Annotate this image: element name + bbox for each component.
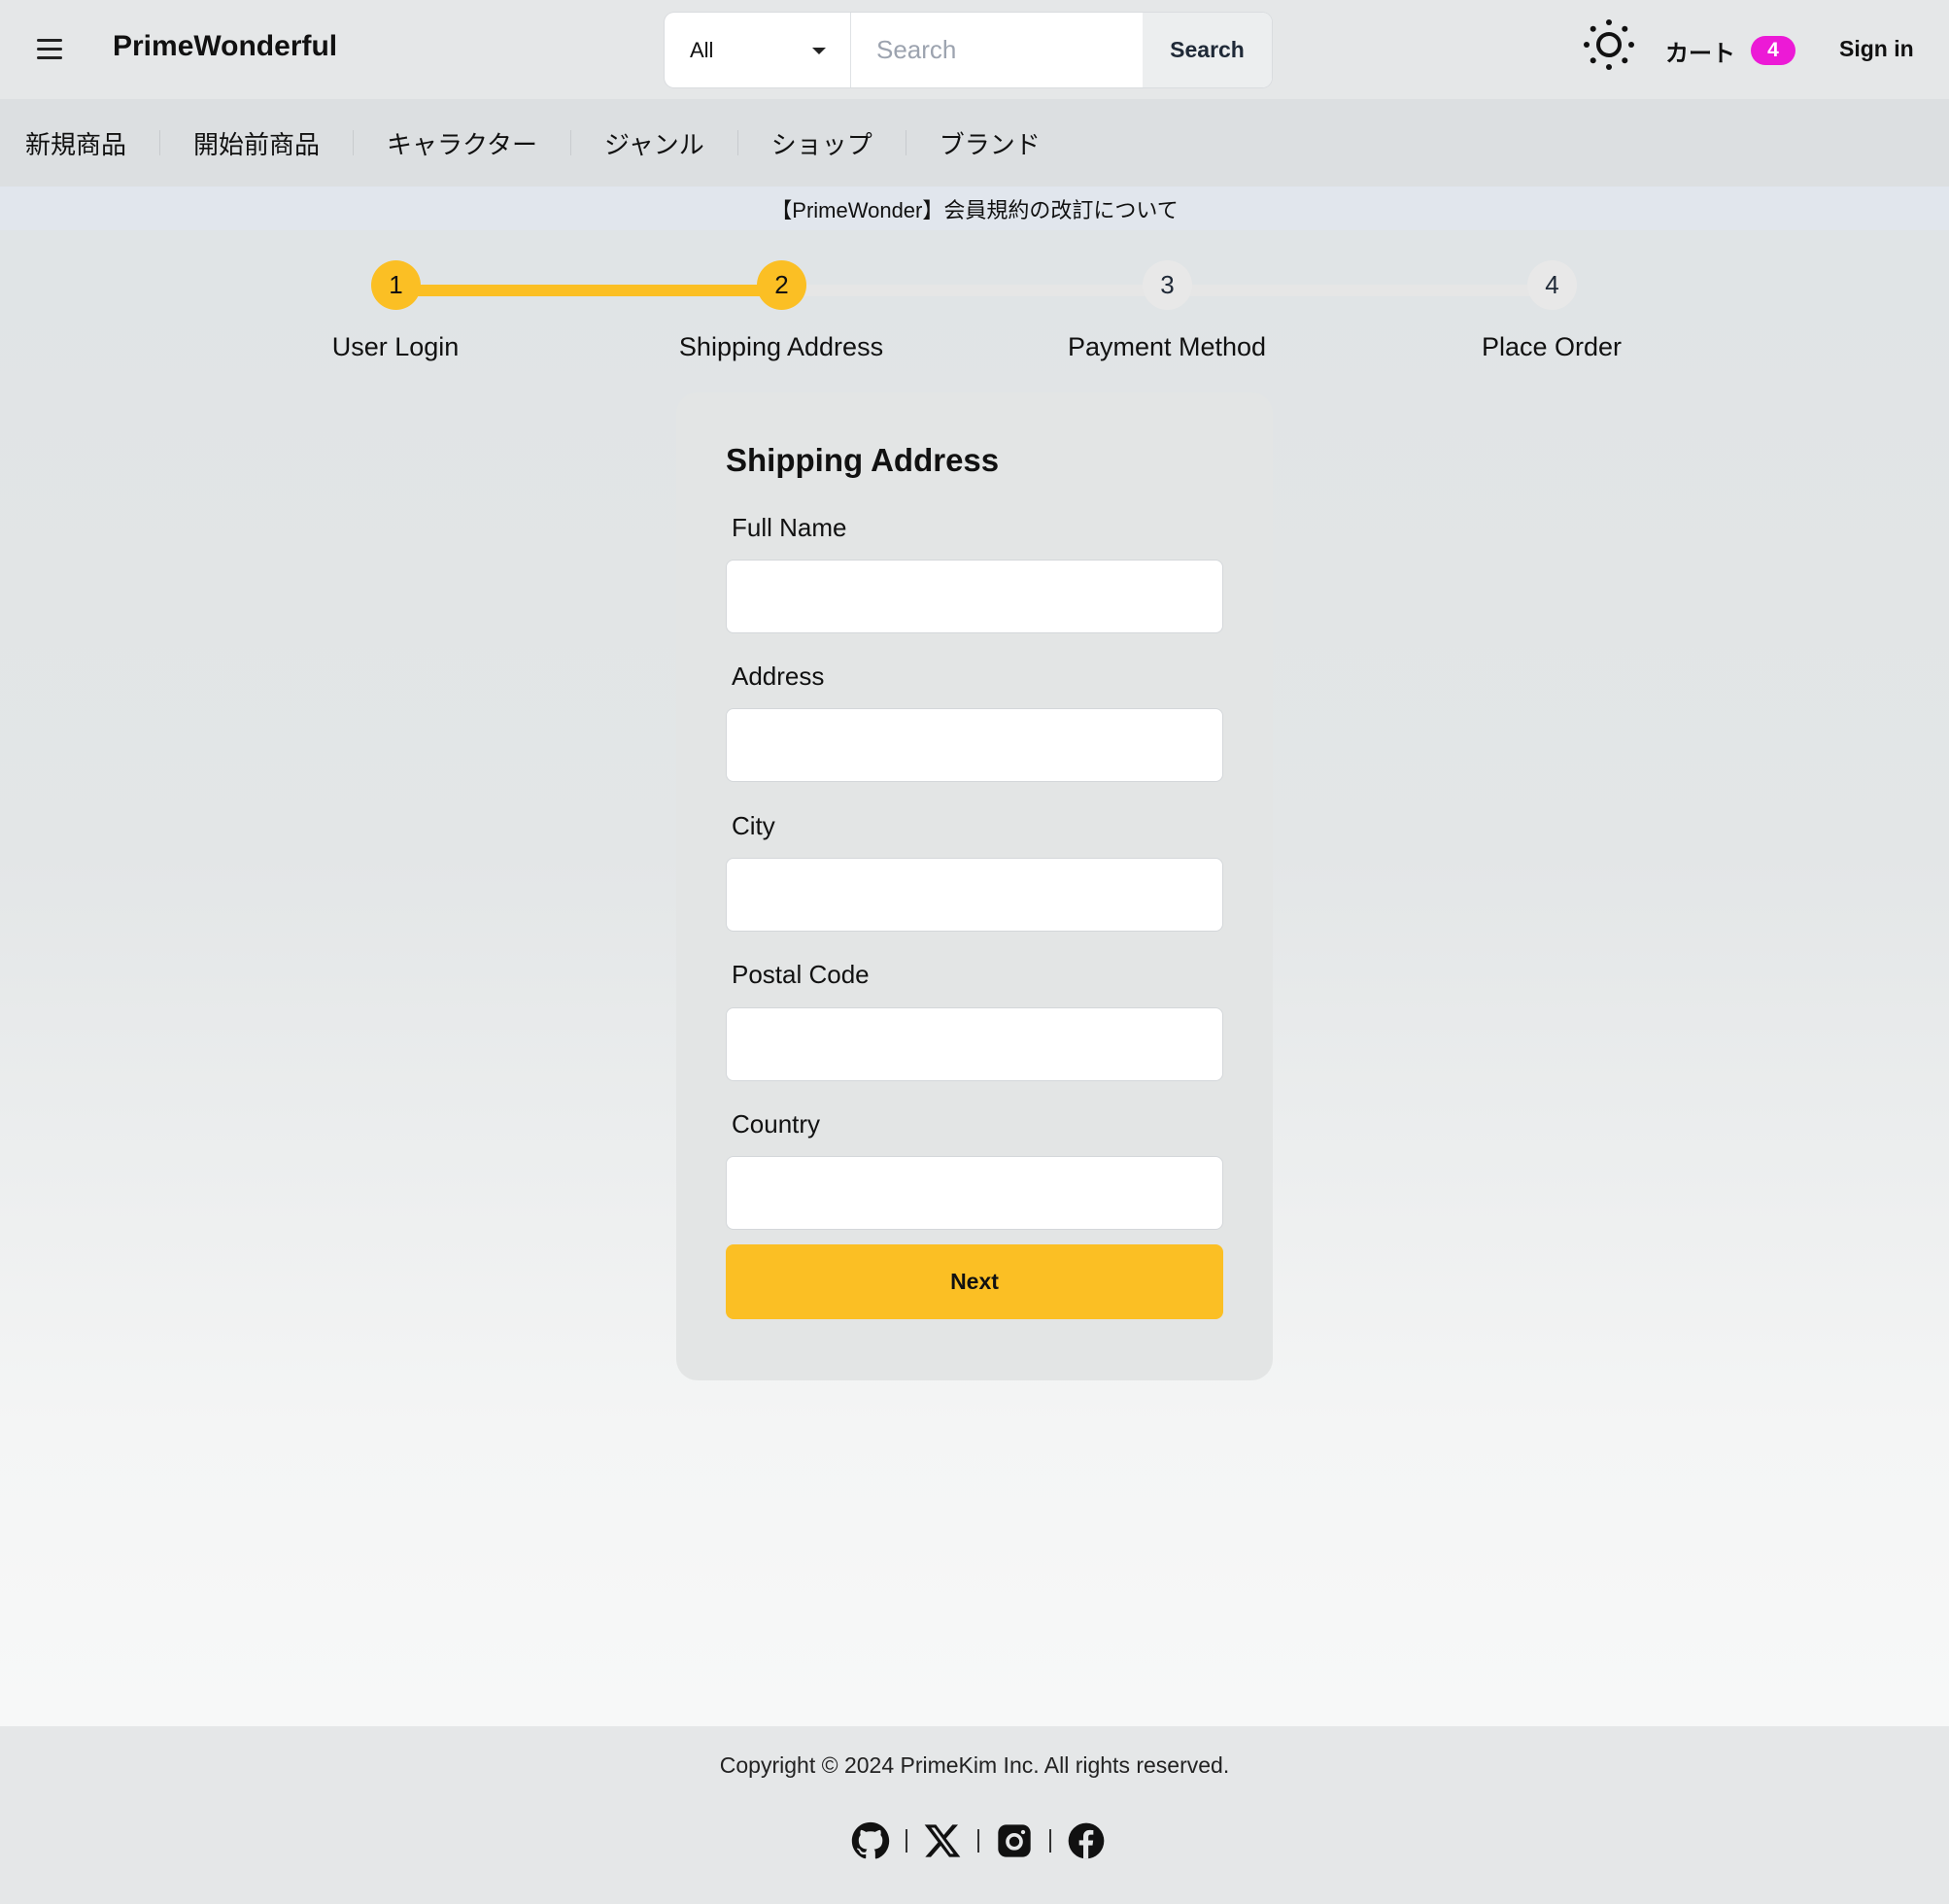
shipping-address-card: Shipping Address Full Name Address City … <box>676 392 1273 1380</box>
announcement-banner[interactable]: 【PrimeWonder】会員規約の改訂について <box>0 187 1949 230</box>
step-2-circle: 2 <box>757 260 806 310</box>
hamburger-menu-icon[interactable] <box>37 39 62 60</box>
postal-code-field[interactable] <box>726 1007 1223 1081</box>
checkout-steps: 1 2 3 4 User Login Shipping Address Paym… <box>0 260 1949 367</box>
nav-divider <box>570 130 571 155</box>
full-name-label: Full Name <box>732 513 847 542</box>
search-category-value: All <box>690 38 714 62</box>
postal-code-label: Postal Code <box>732 960 870 989</box>
step-4-circle: 4 <box>1527 260 1577 310</box>
search-category-select[interactable]: All <box>665 13 851 87</box>
social-divider <box>906 1829 907 1853</box>
instagram-icon[interactable] <box>995 1821 1034 1860</box>
facebook-icon[interactable] <box>1067 1821 1106 1860</box>
header: PrimeWonderful All Search カート 4 Sign in <box>0 0 1949 99</box>
brand-logo[interactable]: PrimeWonderful <box>113 30 337 63</box>
step-1-label: User Login <box>331 332 460 361</box>
nav-item-upcoming-products[interactable]: 開始前商品 <box>193 125 320 161</box>
nav-item-new-products[interactable]: 新規商品 <box>25 125 126 161</box>
address-label: Address <box>732 662 825 691</box>
cart-count-badge: 4 <box>1751 36 1795 65</box>
nav-item-genres[interactable]: ジャンル <box>604 125 704 161</box>
search-input[interactable] <box>851 13 1143 87</box>
country-field[interactable] <box>726 1156 1223 1230</box>
github-icon[interactable] <box>851 1821 890 1860</box>
cart-label: カート <box>1665 40 1735 67</box>
step-track-complete <box>395 285 781 296</box>
cart-link[interactable]: カート 4 <box>1665 33 1795 68</box>
social-links <box>851 1821 1106 1860</box>
address-field[interactable] <box>726 708 1223 782</box>
sign-in-link[interactable]: Sign in <box>1839 36 1914 62</box>
social-divider <box>1049 1829 1051 1853</box>
search-button[interactable]: Search <box>1143 13 1272 87</box>
search-bar: All Search <box>665 13 1272 87</box>
footer: Copyright © 2024 PrimeKim Inc. All right… <box>0 1726 1949 1904</box>
nav-item-shops[interactable]: ショップ <box>771 125 872 161</box>
form-title: Shipping Address <box>726 442 1000 478</box>
full-name-field[interactable] <box>726 560 1223 633</box>
step-3-label: Payment Method <box>1067 332 1267 361</box>
city-field[interactable] <box>726 858 1223 932</box>
copyright-text: Copyright © 2024 PrimeKim Inc. All right… <box>719 1752 1230 1778</box>
social-divider <box>977 1829 979 1853</box>
chevron-down-icon <box>812 48 826 54</box>
nav-item-characters[interactable]: キャラクター <box>387 125 537 161</box>
step-2-label: Shipping Address <box>678 332 884 361</box>
category-nav: 新規商品 開始前商品 キャラクター ジャンル ショップ ブランド <box>0 99 1949 187</box>
nav-divider <box>736 130 738 155</box>
sun-icon[interactable] <box>1582 17 1636 72</box>
nav-divider <box>353 130 355 155</box>
country-label: Country <box>732 1109 821 1139</box>
step-1-circle: 1 <box>371 260 421 310</box>
x-icon[interactable] <box>923 1821 962 1860</box>
city-label: City <box>732 811 775 840</box>
nav-item-brands[interactable]: ブランド <box>940 125 1041 161</box>
next-button[interactable]: Next <box>726 1244 1223 1319</box>
step-4-label: Place Order <box>1481 332 1623 361</box>
nav-divider <box>159 130 161 155</box>
step-3-circle: 3 <box>1143 260 1192 310</box>
